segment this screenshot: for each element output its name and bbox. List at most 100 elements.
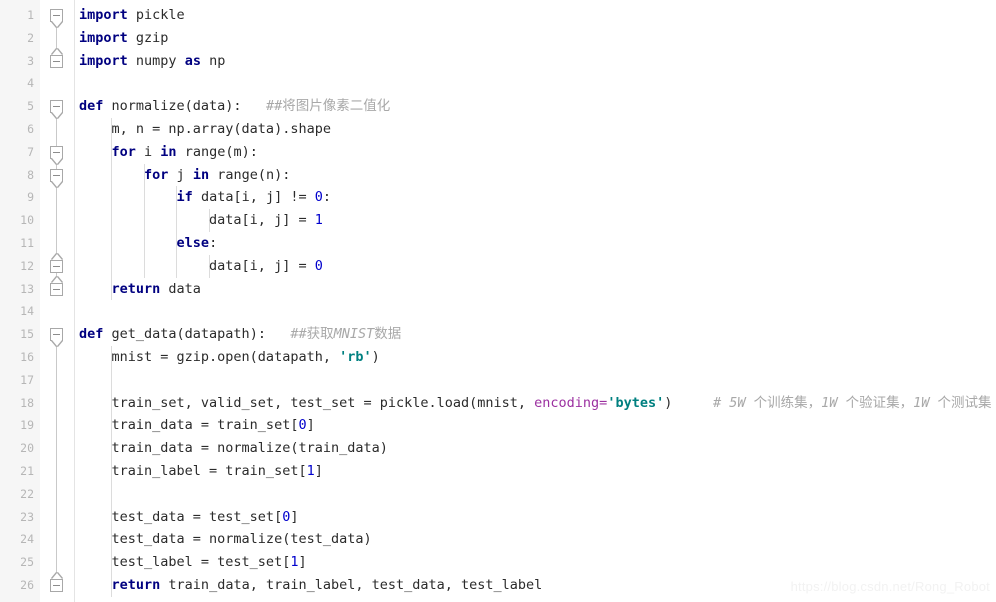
code-line[interactable]: m, n = np.array(data).shape xyxy=(75,118,996,141)
line-number: 25 xyxy=(20,555,34,570)
token-text: : xyxy=(209,234,218,251)
code-line[interactable]: def get_data(datapath): ##获取MNIST数据 xyxy=(75,323,996,346)
line-number: 20 xyxy=(20,441,34,456)
fold-region-end-icon[interactable] xyxy=(50,578,63,592)
code-line[interactable] xyxy=(75,300,996,323)
token-text: get_data(datapath): xyxy=(103,326,291,343)
code-line[interactable]: test_label = test_set[1] xyxy=(75,551,996,574)
token-keyword: in xyxy=(192,166,210,183)
token-keyword: import xyxy=(79,52,128,69)
fold-rail xyxy=(56,334,57,586)
fold-region-end-icon[interactable] xyxy=(50,282,63,296)
token-keyword: def xyxy=(79,98,104,115)
token-text: j xyxy=(168,166,193,183)
token-text: train_data = train_set[ xyxy=(79,417,299,434)
line-number-list: 1 2 3 4 5 6 7 8 9 10 11 12 13 14 15 16 17 18 19 20 21 22 23 24 2… xyxy=(0,0,34,597)
watermark-text: https://blog.csdn.net/Rong_Robot xyxy=(790,579,990,594)
fold-region-end-icon[interactable] xyxy=(50,54,63,68)
code-line[interactable]: for j in range(n): xyxy=(75,164,996,187)
fold-collapse-icon[interactable] xyxy=(50,168,63,182)
fold-rail xyxy=(56,175,57,267)
token-keyword: in xyxy=(160,143,177,160)
code-line[interactable]: train_set, valid_set, test_set = pickle.… xyxy=(75,392,996,415)
token-keyword: return xyxy=(111,576,161,593)
token-text: range(n): xyxy=(209,166,291,183)
token-named-parameter: encoding= xyxy=(534,394,608,411)
code-line[interactable]: for i in range(m): xyxy=(75,141,996,164)
code-line[interactable]: train_data = normalize(train_data) xyxy=(75,437,996,460)
code-line[interactable]: return data xyxy=(75,278,996,301)
line-number: 21 xyxy=(20,463,34,478)
line-number: 8 xyxy=(27,167,34,182)
code-editor: 1 2 3 4 5 6 7 8 9 10 11 12 13 14 15 16 17 18 19 20 21 22 23 24 2… xyxy=(0,0,996,602)
token-text: np xyxy=(200,52,226,69)
line-number: 10 xyxy=(20,213,34,228)
line-number: 16 xyxy=(20,349,34,364)
code-line[interactable]: if data[i, j] != 0: xyxy=(75,186,996,209)
line-number: 6 xyxy=(27,121,34,136)
token-text: numpy xyxy=(127,52,185,69)
code-line[interactable]: import gzip xyxy=(75,27,996,50)
line-number: 22 xyxy=(20,486,34,501)
line-number: 3 xyxy=(27,53,34,68)
code-line[interactable]: else: xyxy=(75,232,996,255)
line-number: 5 xyxy=(27,99,34,114)
token-text: pickle xyxy=(127,7,185,23)
code-line[interactable]: data[i, j] = 0 xyxy=(75,255,996,278)
token-comment-emphasis: 1W xyxy=(913,394,930,411)
line-number: 17 xyxy=(20,372,34,387)
token-keyword: import xyxy=(79,29,128,46)
token-comment: 个训练集， xyxy=(745,394,822,411)
code-line[interactable]: test_data = test_set[0] xyxy=(75,506,996,529)
token-text: data[i, j] = xyxy=(79,212,315,229)
line-number: 9 xyxy=(27,190,34,205)
code-line[interactable]: data[i, j] = 1 xyxy=(75,209,996,232)
token-text: train_data = normalize(train_data) xyxy=(79,440,388,457)
line-number: 1 xyxy=(27,8,34,22)
token-text: : xyxy=(322,189,332,206)
line-number: 24 xyxy=(20,532,34,547)
token-text: test_data = test_set[ xyxy=(79,508,283,525)
code-line[interactable] xyxy=(75,72,996,95)
token-string: 'rb' xyxy=(339,348,372,365)
line-number: 18 xyxy=(20,395,34,410)
token-keyword: def xyxy=(79,326,104,343)
token-text: test_data = normalize(test_data) xyxy=(79,531,372,548)
token-text: ] xyxy=(290,508,299,525)
code-line[interactable]: train_label = train_set[1] xyxy=(75,460,996,483)
code-folding-column[interactable] xyxy=(40,0,74,602)
token-comment-emphasis: MNIST xyxy=(333,326,375,343)
token-keyword: import xyxy=(79,7,128,23)
code-line[interactable]: mnist = gzip.open(datapath, 'rb') xyxy=(75,346,996,369)
token-number: 1 xyxy=(306,462,315,479)
token-text: normalize(data): xyxy=(103,98,266,115)
token-number: 0 xyxy=(314,257,323,274)
token-text: ] xyxy=(298,554,307,571)
code-line[interactable]: import pickle xyxy=(75,4,996,27)
code-line[interactable]: test_data = normalize(test_data) xyxy=(75,528,996,551)
line-number: 13 xyxy=(20,281,34,296)
token-text: data xyxy=(160,280,201,297)
fold-collapse-icon[interactable] xyxy=(50,100,63,114)
code-content[interactable]: import pickle import gzip import numpy as … xyxy=(75,0,996,602)
line-number: 7 xyxy=(27,144,34,159)
code-line[interactable]: def normalize(data): ##将图片像素二值化 xyxy=(75,95,996,118)
token-comment-emphasis: 1W xyxy=(821,394,838,411)
line-number: 23 xyxy=(20,509,34,524)
fold-collapse-icon[interactable] xyxy=(50,145,63,159)
code-line[interactable]: import numpy as np xyxy=(75,50,996,73)
token-keyword: if xyxy=(176,189,193,206)
token-comment: 个验证集， xyxy=(837,394,914,411)
line-number: 12 xyxy=(20,258,34,273)
code-line[interactable]: train_data = train_set[0] xyxy=(75,414,996,437)
fold-region-end-icon[interactable] xyxy=(50,259,63,273)
token-text: ) xyxy=(664,394,713,411)
fold-collapse-icon[interactable] xyxy=(50,8,63,22)
fold-collapse-icon[interactable] xyxy=(50,328,63,342)
token-text: ] xyxy=(314,462,323,479)
token-number: 1 xyxy=(314,212,323,229)
code-line[interactable] xyxy=(75,369,996,392)
code-line[interactable] xyxy=(75,483,996,506)
